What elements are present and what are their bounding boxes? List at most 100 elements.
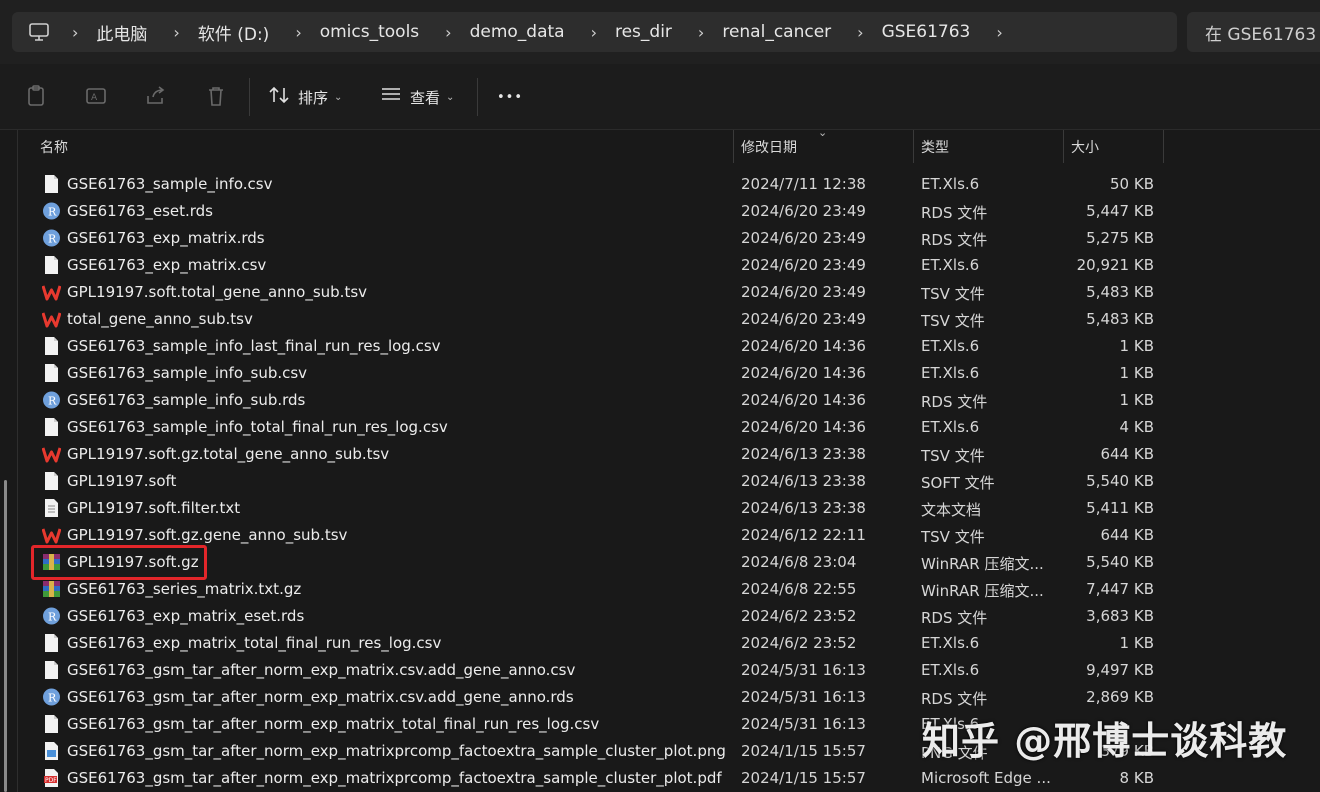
file-size: 5,447 KB bbox=[1086, 202, 1154, 220]
file-row[interactable]: GPL19197.soft.total_gene_anno_sub.tsv 202… bbox=[0, 279, 1320, 306]
file-row[interactable]: R GSE61763_sample_info_sub.rds 2024/6/20 1… bbox=[0, 387, 1320, 414]
file-row[interactable]: GPL19197.soft.filter.txt 2024/6/13 23:38 文… bbox=[0, 495, 1320, 522]
column-divider[interactable] bbox=[1063, 130, 1064, 163]
svg-text:A: A bbox=[91, 93, 98, 103]
column-type[interactable]: 类型 bbox=[921, 130, 949, 163]
column-name[interactable]: 名称 bbox=[40, 130, 68, 163]
file-type: RDS 文件 bbox=[921, 393, 988, 411]
chevron-right-icon[interactable]: › bbox=[996, 23, 1002, 42]
file-date: 2024/6/13 23:38 bbox=[741, 472, 866, 490]
file-row[interactable]: GSE61763_series_matrix.txt.gz 2024/6/8 22… bbox=[0, 576, 1320, 603]
breadcrumb-item[interactable]: › omics_tools bbox=[295, 22, 445, 42]
file-row[interactable]: GSE61763_sample_info_last_final_run_res_… bbox=[0, 333, 1320, 360]
paste-icon[interactable] bbox=[24, 84, 48, 108]
breadcrumb-label: renal_cancer bbox=[722, 22, 832, 42]
file-row[interactable]: GSE61763_gsm_tar_after_norm_exp_matrix.c… bbox=[0, 657, 1320, 684]
file-row[interactable]: GPL19197.soft 2024/6/13 23:38 SOFT 文件 5,540… bbox=[0, 468, 1320, 495]
sort-label: 排序 bbox=[298, 88, 329, 107]
blank-file-icon bbox=[42, 633, 61, 653]
chevron-right-icon[interactable]: › bbox=[295, 23, 301, 42]
file-name: GSE61763_sample_info_total_final_run_res… bbox=[67, 418, 448, 436]
breadcrumb-item[interactable]: › 软件 (D:) bbox=[173, 20, 295, 45]
breadcrumb-item[interactable]: › 此电脑 bbox=[72, 20, 173, 45]
png-image-icon bbox=[42, 741, 61, 761]
file-type: Microsoft Edge ... bbox=[921, 769, 1051, 787]
file-date: 2024/5/31 16:13 bbox=[741, 688, 866, 706]
file-name: GSE61763_series_matrix.txt.gz bbox=[67, 580, 302, 598]
file-size: 4 KB bbox=[1119, 418, 1154, 436]
share-icon[interactable] bbox=[144, 84, 168, 108]
column-date[interactable]: 修改日期 bbox=[741, 130, 797, 163]
breadcrumb-item[interactable]: › demo_data bbox=[445, 22, 590, 42]
file-row[interactable]: PDF GSE61763_gsm_tar_after_norm_exp_matri… bbox=[0, 765, 1320, 792]
file-type: TSV 文件 bbox=[921, 528, 985, 546]
file-size: 50 KB bbox=[1110, 175, 1154, 193]
chevron-right-icon[interactable]: › bbox=[698, 23, 704, 42]
file-row[interactable]: R GSE61763_exp_matrix_eset.rds 2024/6/2 23… bbox=[0, 603, 1320, 630]
view-button[interactable]: 查看 ⌄ bbox=[380, 84, 454, 110]
file-type: RDS 文件 bbox=[921, 690, 988, 708]
blank-file-icon bbox=[42, 255, 61, 275]
r-file-icon: R bbox=[42, 390, 61, 410]
text-document-icon bbox=[42, 498, 61, 518]
wps-file-icon bbox=[41, 309, 62, 329]
breadcrumb-item[interactable]: › renal_cancer bbox=[698, 22, 857, 42]
watermark: 知乎 @邢博士谈科教 bbox=[922, 719, 1288, 763]
computer-icon[interactable] bbox=[28, 21, 50, 43]
file-name: GSE61763_gsm_tar_after_norm_exp_matrix.c… bbox=[67, 688, 574, 706]
file-row[interactable]: GSE61763_exp_matrix.csv 2024/6/20 23:49 ET… bbox=[0, 252, 1320, 279]
column-size[interactable]: 大小 bbox=[1071, 130, 1099, 163]
chevron-down-icon: ⌄ bbox=[446, 91, 455, 103]
file-date: 2024/6/12 22:11 bbox=[741, 526, 866, 544]
pdf-file-icon: PDF bbox=[42, 768, 61, 788]
chevron-right-icon[interactable]: › bbox=[173, 23, 179, 42]
file-date: 2024/6/13 23:38 bbox=[741, 445, 866, 463]
column-date-label: 修改日期 bbox=[741, 139, 797, 156]
chevron-right-icon[interactable]: › bbox=[591, 23, 597, 42]
view-label: 查看 bbox=[410, 88, 441, 107]
column-divider[interactable] bbox=[913, 130, 914, 163]
file-row[interactable]: R GSE61763_eset.rds 2024/6/20 23:49 RDS 文件 5… bbox=[0, 198, 1320, 225]
svg-text:PDF: PDF bbox=[45, 777, 57, 784]
address-bar[interactable]: › 此电脑 › 软件 (D:) › omics_tools › demo_data › res_d… bbox=[12, 12, 1177, 52]
sort-caret-icon: ⌄ bbox=[818, 126, 828, 139]
file-date: 2024/1/15 15:57 bbox=[741, 769, 866, 787]
svg-text:R: R bbox=[48, 611, 57, 624]
search-box[interactable]: 在 GSE61763 中 bbox=[1187, 12, 1320, 52]
file-size: 1 KB bbox=[1119, 634, 1154, 652]
file-row[interactable]: GPL19197.soft.gz.total_gene_anno_sub.tsv… bbox=[0, 441, 1320, 468]
file-type: RDS 文件 bbox=[921, 231, 988, 249]
file-name: GSE61763_sample_info_sub.rds bbox=[67, 391, 306, 409]
file-name: GSE61763_exp_matrix.csv bbox=[67, 256, 267, 274]
file-type: TSV 文件 bbox=[921, 285, 985, 303]
file-row[interactable]: GSE61763_sample_info.csv 2024/7/11 12:38 E… bbox=[0, 171, 1320, 198]
chevron-right-icon[interactable]: › bbox=[857, 23, 863, 42]
sort-button[interactable]: 排序 ⌄ bbox=[268, 84, 342, 110]
file-type: ET.Xls.6 bbox=[921, 256, 980, 274]
file-type: ET.Xls.6 bbox=[921, 418, 980, 436]
blank-file-icon bbox=[42, 471, 61, 491]
file-name: GSE61763_exp_matrix_total_final_run_res_… bbox=[67, 634, 442, 652]
file-row[interactable]: GSE61763_sample_info_total_final_run_res… bbox=[0, 414, 1320, 441]
more-options-button[interactable]: ••• bbox=[497, 84, 523, 110]
delete-icon[interactable] bbox=[204, 84, 228, 108]
chevron-right-icon[interactable]: › bbox=[72, 23, 78, 42]
file-row[interactable]: R GSE61763_gsm_tar_after_norm_exp_matrix.… bbox=[0, 684, 1320, 711]
breadcrumb-item[interactable]: › res_dir bbox=[591, 22, 698, 42]
breadcrumb-item[interactable]: › GSE61763 bbox=[857, 22, 996, 42]
file-row[interactable]: total_gene_anno_sub.tsv 2024/6/20 23:49 TS… bbox=[0, 306, 1320, 333]
column-divider[interactable] bbox=[733, 130, 734, 163]
file-type: ET.Xls.6 bbox=[921, 634, 980, 652]
file-size: 7,447 KB bbox=[1086, 580, 1154, 598]
rename-icon[interactable]: A bbox=[84, 84, 108, 108]
column-name-label: 名称 bbox=[40, 139, 68, 156]
file-size: 3,683 KB bbox=[1086, 607, 1154, 625]
blank-file-icon bbox=[42, 714, 61, 734]
chevron-right-icon[interactable]: › bbox=[445, 23, 451, 42]
file-type: TSV 文件 bbox=[921, 312, 985, 330]
file-row[interactable]: GSE61763_sample_info_sub.csv 2024/6/20 14… bbox=[0, 360, 1320, 387]
file-row[interactable]: GSE61763_exp_matrix_total_final_run_res_… bbox=[0, 630, 1320, 657]
file-row[interactable]: R GSE61763_exp_matrix.rds 2024/6/20 23:49 R… bbox=[0, 225, 1320, 252]
column-divider[interactable] bbox=[1163, 130, 1164, 163]
file-size: 20,921 KB bbox=[1076, 256, 1154, 274]
